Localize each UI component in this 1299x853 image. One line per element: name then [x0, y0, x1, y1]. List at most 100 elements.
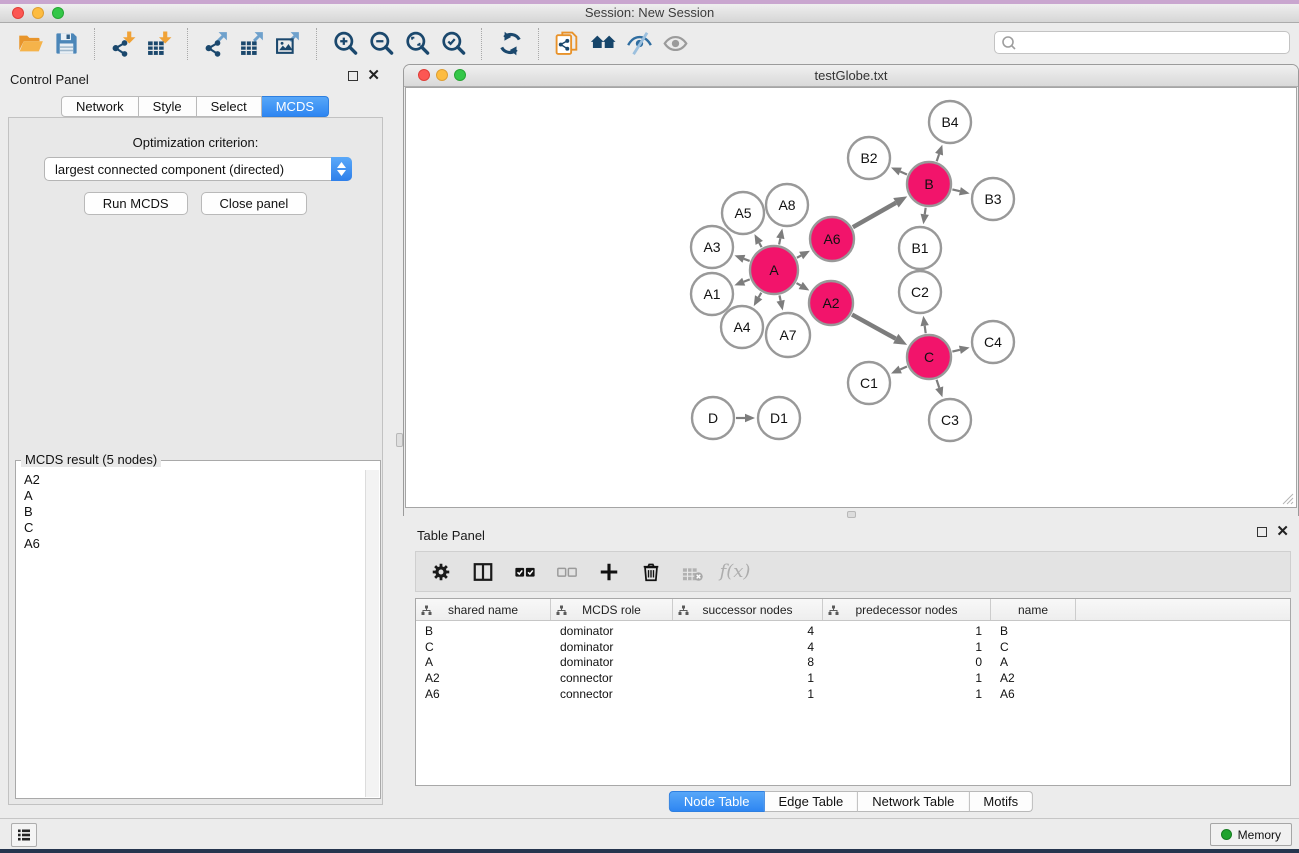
mcds-list-scrollbar[interactable] [365, 470, 379, 797]
import-table-icon[interactable] [141, 27, 177, 61]
toolbar-separator [316, 28, 317, 60]
cell: 8 [673, 655, 823, 669]
import-network-icon[interactable] [105, 27, 141, 61]
graph-node-label: B1 [911, 240, 928, 256]
mcds-result-item[interactable]: A2 [24, 472, 365, 488]
column-header-successor-nodes[interactable]: successor nodes [673, 599, 823, 620]
tab-network-table[interactable]: Network Table [858, 791, 969, 812]
dropdown-stepper-icon [331, 157, 352, 181]
memory-label: Memory [1238, 828, 1281, 842]
toolbar-separator [481, 28, 482, 60]
refresh-icon[interactable] [492, 27, 528, 61]
network-window-titlebar[interactable]: testGlobe.txt [404, 65, 1298, 87]
deselect-all-icon[interactable] [554, 559, 580, 585]
tab-motifs[interactable]: Motifs [969, 791, 1033, 812]
desktop-background-bottom [0, 849, 1299, 853]
graph-node-label: A8 [778, 197, 795, 213]
column-header-name[interactable]: name [991, 599, 1076, 620]
float-table-panel-icon[interactable] [1257, 527, 1267, 537]
mcds-result-item[interactable]: A [24, 488, 365, 504]
trash-icon[interactable] [638, 559, 664, 585]
mcds-result-list: A2ABCA6 [17, 470, 365, 797]
mcds-result-item[interactable]: C [24, 520, 365, 536]
float-panel-icon[interactable] [348, 71, 358, 81]
add-icon[interactable] [596, 559, 622, 585]
graph-node-label: B2 [860, 150, 877, 166]
close-panel-button[interactable]: Close panel [201, 192, 308, 215]
split-columns-icon[interactable] [470, 559, 496, 585]
gear-icon[interactable] [428, 559, 454, 585]
resize-grip-icon[interactable] [1282, 493, 1294, 505]
tab-select[interactable]: Select [197, 96, 262, 117]
cell: 0 [823, 655, 991, 669]
column-header-mcds-role[interactable]: MCDS role [551, 599, 673, 620]
toolbar-separator [187, 28, 188, 60]
tab-mcds[interactable]: MCDS [262, 96, 329, 117]
network-canvas[interactable]: B4B2BB3A8A5A6B1A3AA1C2A2A4A7C4CC1C3DD1 [405, 87, 1297, 508]
graph-node-label: C1 [860, 375, 878, 391]
graph-node-label: C3 [941, 412, 959, 428]
cell: A [991, 655, 1076, 669]
table-row[interactable]: Bdominator41B [416, 623, 1290, 639]
graph-node-label: A5 [734, 205, 751, 221]
cell: 1 [673, 671, 823, 685]
cell: C [416, 640, 551, 654]
split-divider-handle[interactable] [847, 511, 856, 518]
cell: 1 [823, 624, 991, 638]
home-icon[interactable] [585, 27, 621, 61]
tab-node-table[interactable]: Node Table [669, 791, 765, 812]
graph-node-label: B4 [941, 114, 958, 130]
tab-edge-table[interactable]: Edge Table [764, 791, 858, 812]
save-icon[interactable] [48, 27, 84, 61]
column-header-predecessor-nodes[interactable]: predecessor nodes [823, 599, 991, 620]
zoom-selected-icon[interactable] [435, 27, 471, 61]
task-history-button[interactable] [11, 823, 37, 847]
table-tabs: Node TableEdge TableNetwork TableMotifs [669, 791, 1033, 812]
mcds-result-groupbox: MCDS result (5 nodes) A2ABCA6 [15, 460, 381, 799]
eye-icon[interactable] [657, 27, 693, 61]
cell: A6 [416, 687, 551, 701]
hide-eye-icon[interactable] [621, 27, 657, 61]
tab-style[interactable]: Style [139, 96, 197, 117]
column-header-shared-name[interactable]: shared name [416, 599, 551, 620]
table-panel: Table Panel ✕ f(x) shared nameMCDS roles… [403, 520, 1299, 816]
tab-network[interactable]: Network [61, 96, 139, 117]
copy-network-icon[interactable] [549, 27, 585, 61]
graph-node-label: A4 [733, 319, 750, 335]
graph-node-label: A7 [779, 327, 796, 343]
mcds-tab-content: Optimization criterion: largest connecte… [8, 117, 383, 805]
table-row[interactable]: A2connector11A2 [416, 670, 1290, 686]
panel-divider-handle[interactable] [396, 433, 403, 447]
export-image-icon[interactable] [270, 27, 306, 61]
window-title: Session: New Session [0, 5, 1299, 20]
table-row[interactable]: Adominator80A [416, 655, 1290, 671]
optimization-criterion-label: Optimization criterion: [9, 135, 382, 150]
graph-node-label: B3 [984, 191, 1001, 207]
table-row[interactable]: A6connector11A6 [416, 686, 1290, 702]
zoom-in-icon[interactable] [327, 27, 363, 61]
search-field[interactable] [994, 31, 1290, 54]
control-panel-tabs: NetworkStyleSelectMCDS [61, 96, 329, 117]
cell: B [991, 624, 1076, 638]
graph-node-label: C4 [984, 334, 1002, 350]
table-body: Bdominator41BCdominator41CAdominator80AA… [416, 621, 1290, 702]
table-row[interactable]: Cdominator41C [416, 639, 1290, 655]
search-input[interactable] [1018, 33, 1289, 52]
open-folder-icon[interactable] [12, 27, 48, 61]
network-view-window: testGlobe.txt B4B2BB3A8A5A6B1A3AA1C2A2A4… [403, 64, 1299, 516]
memory-button[interactable]: Memory [1210, 823, 1292, 846]
mcds-result-item[interactable]: B [24, 504, 365, 520]
criterion-dropdown[interactable]: largest connected component (directed) [44, 157, 352, 181]
cell: 4 [673, 640, 823, 654]
mcds-result-item[interactable]: A6 [24, 536, 365, 552]
zoom-out-icon[interactable] [363, 27, 399, 61]
cell: connector [551, 671, 673, 685]
export-network-icon[interactable] [198, 27, 234, 61]
run-mcds-button[interactable]: Run MCDS [84, 192, 188, 215]
close-table-panel-icon[interactable]: ✕ [1276, 527, 1289, 537]
zoom-fit-icon[interactable] [399, 27, 435, 61]
select-all-icon[interactable] [512, 559, 538, 585]
close-panel-icon[interactable]: ✕ [367, 71, 380, 81]
export-table-icon[interactable] [234, 27, 270, 61]
criterion-value: largest connected component (directed) [45, 162, 331, 177]
